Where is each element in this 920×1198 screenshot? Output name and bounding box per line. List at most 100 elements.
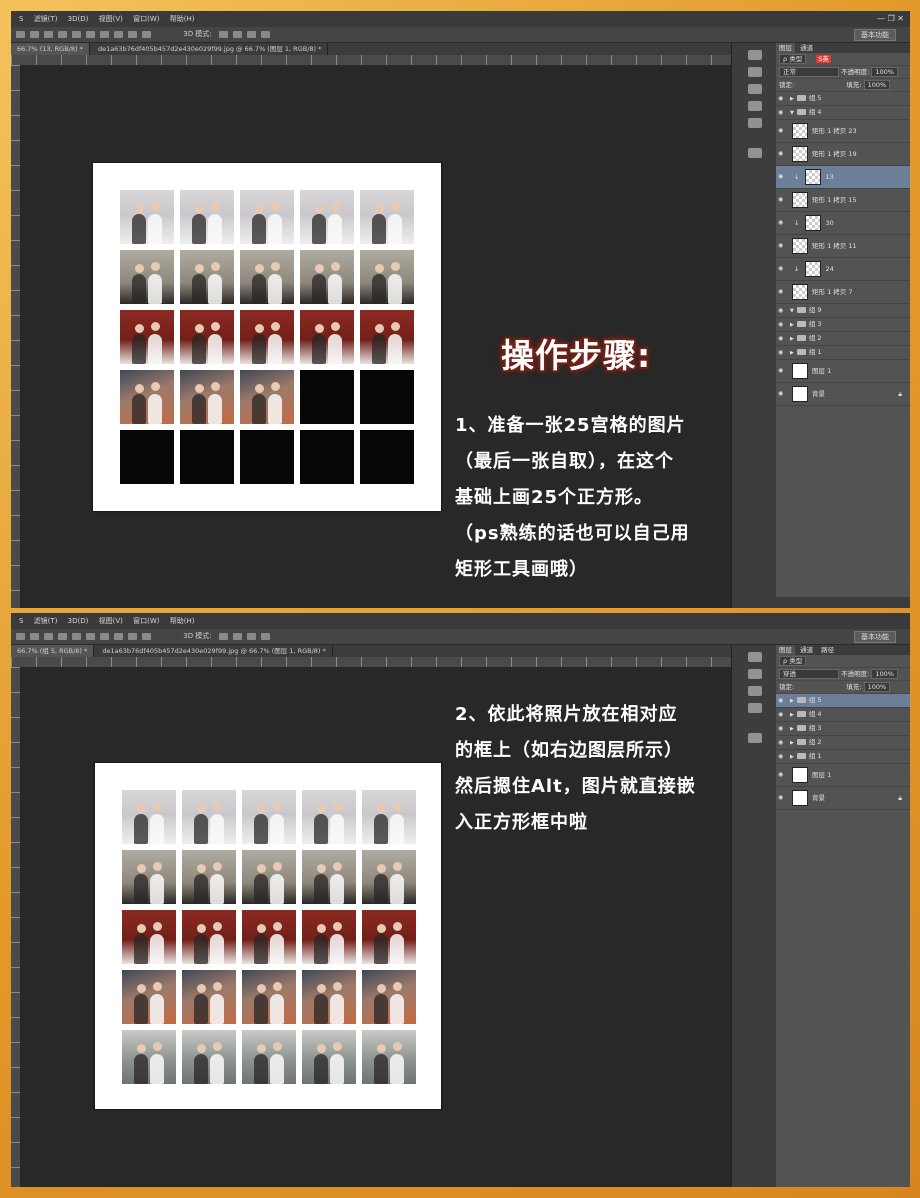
layer-row[interactable]: ◉ ↓ 24 [776,258,910,281]
layer-row[interactable]: ◉ 矩形 1 拷贝 15 [776,189,910,212]
align-icon[interactable] [58,632,67,640]
layer-row[interactable]: ◉ ▶ 组 3 [776,318,910,332]
visibility-eye-icon[interactable]: ◉ [778,708,783,721]
3d-cube-icon[interactable] [747,733,762,743]
visibility-eye-icon[interactable]: ◉ [778,212,783,234]
visibility-eye-icon[interactable]: ◉ [778,166,783,188]
menu-item[interactable]: 滤镜(T) [34,11,58,27]
kind-filter[interactable]: ρ 类型 [779,54,807,64]
3d-slide-icon[interactable] [260,632,270,640]
layer-row[interactable]: ◉ ▼ 组 9 [776,304,910,318]
visibility-eye-icon[interactable]: ◉ [778,258,783,280]
expand-arrow-icon[interactable]: ▶ [790,319,794,332]
expand-arrow-icon[interactable]: ▶ [790,709,794,722]
visibility-eye-icon[interactable]: ◉ [778,360,783,382]
expand-arrow-icon[interactable]: ▶ [790,723,794,736]
opacity-input[interactable]: 100% [871,669,898,679]
layer-row[interactable]: ◉ ▼ 组 4 [776,106,910,120]
tab-layers[interactable]: 图层 [776,645,795,655]
visibility-eye-icon[interactable]: ◉ [778,787,783,809]
expand-arrow-icon[interactable]: ▶ [790,751,794,764]
expand-arrow-icon[interactable]: ▶ [790,695,794,708]
visibility-eye-icon[interactable]: ◉ [778,281,783,303]
distribute-icon[interactable] [100,632,109,640]
3d-rotate-icon[interactable] [218,30,228,38]
menu-item[interactable]: S [19,11,23,27]
menu-item[interactable]: 视图(V) [99,11,123,27]
visibility-eye-icon[interactable]: ◉ [778,120,783,142]
layer-row[interactable]: ◉ ▶ 组 1 [776,750,910,764]
menu-item[interactable]: 视图(V) [99,613,123,629]
align-icon[interactable] [30,30,39,38]
3d-pan-icon[interactable] [246,632,256,640]
layer-row[interactable]: ◉ ▶ 组 2 [776,332,910,346]
document-canvas[interactable] [95,763,441,1109]
character-icon[interactable] [747,686,762,696]
distribute-icon[interactable] [128,632,137,640]
distribute-icon[interactable] [142,632,151,640]
align-icon[interactable] [72,632,81,640]
history-icon[interactable] [747,50,762,60]
layer-row[interactable]: ◉ 背景 🔒︎ [776,383,910,406]
layer-row[interactable]: ◉ 背景 🔒︎ [776,787,910,810]
kind-filter[interactable]: ρ 类型 [779,656,807,666]
3d-slide-icon[interactable] [260,30,270,38]
history-icon[interactable] [747,652,762,662]
expand-arrow-icon[interactable]: ▶ [790,93,794,106]
visibility-eye-icon[interactable]: ◉ [778,304,783,317]
play-icon[interactable] [747,118,762,128]
visibility-eye-icon[interactable]: ◉ [778,143,783,165]
distribute-icon[interactable] [128,30,137,38]
visibility-eye-icon[interactable]: ◉ [778,332,783,345]
align-icon[interactable] [86,30,95,38]
distribute-icon[interactable] [142,30,151,38]
fill-input[interactable]: 100% [863,682,891,692]
layer-row[interactable]: ◉ ▶ 组 5 [776,694,910,708]
distribute-icon[interactable] [114,30,123,38]
distribute-icon[interactable] [114,632,123,640]
doc-tab[interactable]: de1a63b76df405b457d2e430e029f99.jpg @ 66… [92,43,329,55]
expand-arrow-icon[interactable]: ▼ [790,305,794,318]
blend-mode-select[interactable]: 穿透 [779,669,839,679]
tab-layers[interactable]: 图层 [776,43,795,53]
menu-item[interactable]: 3D(D) [68,11,89,27]
visibility-eye-icon[interactable]: ◉ [778,189,783,211]
expand-arrow-icon[interactable]: ▼ [790,107,794,120]
menu-item[interactable]: 滤镜(T) [34,613,58,629]
layer-row[interactable]: ◉ 图层 1 [776,764,910,787]
paragraph-icon[interactable] [747,67,762,77]
visibility-eye-icon[interactable]: ◉ [778,318,783,331]
3d-rotate-icon[interactable] [218,632,228,640]
layer-row[interactable]: ◉ 矩形 1 拷贝 7 [776,281,910,304]
align-icon[interactable] [44,632,53,640]
visibility-eye-icon[interactable]: ◉ [778,750,783,763]
visibility-eye-icon[interactable]: ◉ [778,106,783,119]
doc-tab[interactable]: 66.7% (组 5, RGB/8) * [11,645,95,657]
doc-tab[interactable]: 66.7% (13, RGB/8) * [11,43,90,55]
align-icon[interactable] [58,30,67,38]
menu-item[interactable]: 3D(D) [68,613,89,629]
layer-row[interactable]: ◉ 矩形 1 拷贝 11 [776,235,910,258]
menu-item[interactable]: 窗口(W) [133,613,159,629]
distribute-icon[interactable] [100,30,109,38]
align-icon[interactable] [16,632,25,640]
visibility-eye-icon[interactable]: ◉ [778,722,783,735]
tab-channels[interactable]: 通道 [797,645,816,655]
layer-row[interactable]: ◉ ▶ 组 1 [776,346,910,360]
visibility-eye-icon[interactable]: ◉ [778,383,783,405]
align-icon[interactable] [44,30,53,38]
menu-item[interactable]: S [19,613,23,629]
tab-channels[interactable]: 通道 [797,43,816,53]
ime-indicator[interactable]: S英 [816,55,831,63]
workspace-preset[interactable]: 基本功能 [854,29,896,41]
menu-item[interactable]: 帮助(H) [170,11,195,27]
expand-arrow-icon[interactable]: ▶ [790,347,794,360]
align-icon[interactable] [16,30,25,38]
menu-item[interactable]: 帮助(H) [170,613,195,629]
visibility-eye-icon[interactable]: ◉ [778,694,783,707]
align-icon[interactable] [86,632,95,640]
layer-row[interactable]: ◉ ▶ 组 4 [776,708,910,722]
3d-roll-icon[interactable] [232,632,242,640]
adjust-icon[interactable] [747,703,762,713]
align-icon[interactable] [30,632,39,640]
